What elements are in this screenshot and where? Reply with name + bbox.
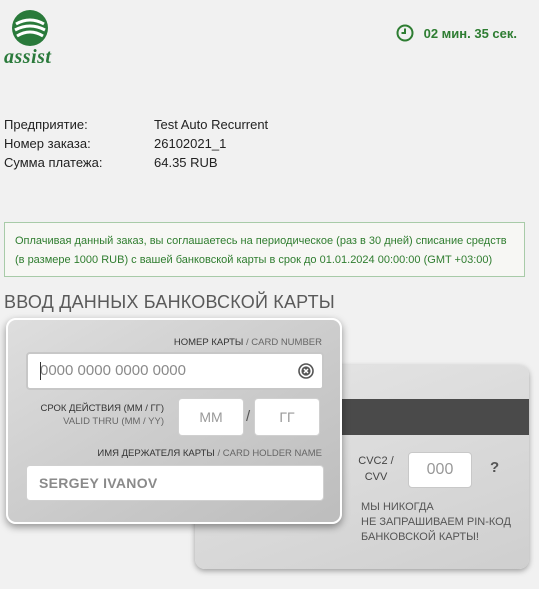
cvc-label: CVC2 / CVV (355, 453, 397, 485)
order-info: Предприятие: Test Auto Recurrent Номер з… (4, 115, 268, 172)
cvc-label-line1: CVC2 / (358, 455, 394, 467)
section-title: ВВОД ДАННЫХ БАНКОВСКОЙ КАРТЫ (4, 292, 335, 312)
clear-icon[interactable] (298, 363, 314, 379)
cvc-input[interactable]: 000 (408, 452, 472, 488)
card-number-placeholder: 0000 0000 0000 0000 (40, 362, 186, 379)
expiry-label: СРОК ДЕЙСТВИЯ (ММ / ГГ) VALID THRU (MM /… (18, 402, 164, 428)
card-number-label: НОМЕР КАРТЫ / CARD NUMBER (174, 337, 322, 348)
pin-warning-line2: НЕ ЗАПРАШИВАЕМ PIN-КОД (361, 516, 511, 528)
logo-text: assist (4, 46, 52, 68)
session-timer: 02 мин. 35 сек. (396, 24, 517, 42)
card-front: НОМЕР КАРТЫ / CARD NUMBER 0000 0000 0000… (6, 318, 342, 524)
card-holder-label: ИМЯ ДЕРЖАТЕЛЯ КАРТЫ / CARD HOLDER NAME (97, 448, 322, 459)
expiry-separator: / (246, 408, 251, 425)
order-number-row: Номер заказа: 26102021_1 (4, 134, 268, 153)
card-holder-input[interactable]: SERGEY IVANOV (26, 465, 324, 501)
assist-logo-mark-icon (12, 10, 48, 46)
cvc-help-icon[interactable]: ? (490, 459, 499, 476)
card-number-label-en: / CARD NUMBER (243, 337, 322, 348)
pin-warning-line1: МЫ НИКОГДА (361, 501, 434, 513)
amount-label: Сумма платежа: (4, 155, 103, 170)
merchant-row: Предприятие: Test Auto Recurrent (4, 115, 268, 134)
expiry-month-placeholder: ММ (199, 409, 223, 425)
text-caret (40, 362, 41, 380)
expiry-year-input[interactable]: ГГ (254, 398, 320, 436)
clock-icon (396, 24, 414, 42)
amount-row: Сумма платежа: 64.35 RUB (4, 153, 268, 172)
recurrent-notice: Оплачивая данный заказ, вы соглашаетесь … (4, 222, 525, 277)
order-number-label: Номер заказа: (4, 136, 91, 151)
expiry-label-en: VALID THRU (MM / YY) (63, 416, 164, 427)
merchant-label: Предприятие: (4, 117, 88, 132)
order-number-value: 26102021_1 (154, 136, 227, 151)
card-holder-label-ru: ИМЯ ДЕРЖАТЕЛЯ КАРТЫ (97, 448, 215, 459)
cvc-label-line2: CVV (364, 471, 388, 483)
expiry-month-input[interactable]: ММ (178, 398, 244, 436)
merchant-value: Test Auto Recurrent (154, 117, 269, 132)
assist-logo: assist (4, 8, 60, 68)
card-number-input[interactable]: 0000 0000 0000 0000 (26, 352, 324, 390)
pin-warning-line3: БАНКОВСКОЙ КАРТЫ! (361, 531, 479, 543)
card-number-label-ru: НОМЕР КАРТЫ (173, 337, 244, 348)
timer-text: 02 мин. 35 сек. (423, 25, 517, 41)
amount-value: 64.35 RUB (154, 155, 218, 170)
pin-warning: МЫ НИКОГДА НЕ ЗАПРАШИВАЕМ PIN-КОД БАНКОВ… (361, 500, 511, 545)
expiry-label-ru: СРОК ДЕЙСТВИЯ (ММ / ГГ) (40, 403, 164, 414)
expiry-year-placeholder: ГГ (279, 409, 295, 425)
card-holder-placeholder: SERGEY IVANOV (39, 475, 158, 491)
card-holder-label-en: / CARD HOLDER NAME (214, 448, 322, 459)
